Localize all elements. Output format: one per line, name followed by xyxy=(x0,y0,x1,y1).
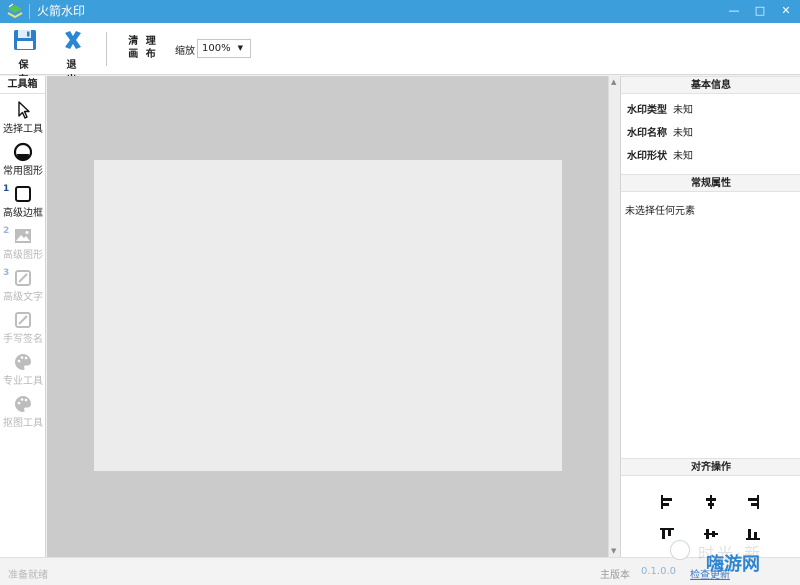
edit-icon xyxy=(15,312,31,328)
window-title: 火箭水印 xyxy=(37,4,86,18)
property-key: 水印名称 xyxy=(627,128,667,139)
tool-label: 专业工具 xyxy=(3,376,43,387)
workspace xyxy=(47,76,608,557)
basic-info-header: 基本信息 xyxy=(621,76,800,94)
tool-cutout[interactable]: 抠图工具 xyxy=(0,394,46,434)
property-row: 水印形状 未知 xyxy=(627,147,693,162)
status-text: 准备就绪 xyxy=(8,570,48,581)
scroll-up-icon[interactable]: ▲ xyxy=(611,78,616,86)
site-badge-icon xyxy=(670,540,690,560)
step-number: 3 xyxy=(3,268,10,278)
align-left-icon[interactable] xyxy=(659,494,675,510)
property-key: 水印类型 xyxy=(627,105,667,116)
align-right-icon[interactable] xyxy=(745,494,761,510)
tool-signature[interactable]: 手写签名 xyxy=(0,310,46,350)
vertical-scrollbar[interactable]: ▲ ▼ xyxy=(608,76,620,557)
general-properties-header: 常规属性 xyxy=(621,174,800,192)
title-separator xyxy=(29,4,30,19)
tool-advanced-text[interactable]: 3 高级文字 xyxy=(0,268,46,308)
exit-x-icon xyxy=(65,31,81,49)
toolbox-panel: 工具箱 选择工具 常用图形 1 高级边框 2 高级图形 3 高级文字 手写签名 … xyxy=(0,76,46,557)
property-value: 未知 xyxy=(673,105,693,116)
tool-select[interactable]: 选择工具 xyxy=(0,100,46,140)
align-top-icon[interactable] xyxy=(659,526,675,542)
tool-label: 常用图形 xyxy=(3,166,43,177)
align-center-icon[interactable] xyxy=(703,494,719,510)
status-bar: 准备就绪 主版本 0.1.0.0 检查更新 xyxy=(0,557,800,585)
chevron-down-icon: ▼ xyxy=(237,44,243,52)
save-button[interactable]: 保 存 xyxy=(10,29,40,86)
step-number: 1 xyxy=(3,184,10,194)
close-button[interactable]: ✕ xyxy=(772,0,800,23)
watermark-canvas[interactable] xyxy=(94,160,562,471)
tool-common-shapes[interactable]: 常用图形 xyxy=(0,142,46,182)
maximize-button[interactable]: □ xyxy=(746,0,774,23)
tool-label: 高级文字 xyxy=(3,292,43,303)
clear-label-line1: 清 理 xyxy=(128,36,158,47)
square-frame-icon xyxy=(15,186,31,202)
floppy-disk-icon xyxy=(14,30,36,50)
pointer-icon xyxy=(18,101,30,119)
tool-label: 选择工具 xyxy=(3,124,43,135)
image-icon xyxy=(15,229,31,243)
property-row: 水印名称 未知 xyxy=(627,124,693,139)
property-row: 水印类型 未知 xyxy=(627,101,693,116)
circle-shape-icon xyxy=(13,142,33,162)
property-key: 水印形状 xyxy=(627,151,667,162)
edit-icon xyxy=(15,270,31,286)
site-logo: 嗨游网 xyxy=(706,554,760,575)
no-selection-text: 未选择任何元素 xyxy=(625,206,695,217)
palette-icon xyxy=(15,354,31,370)
properties-panel: 基本信息 水印类型 未知 水印名称 未知 水印形状 未知 常规属性 未选择任何元素 对… xyxy=(620,76,800,557)
step-number: 2 xyxy=(3,226,10,236)
tool-label: 手写签名 xyxy=(3,334,43,345)
property-value: 未知 xyxy=(673,128,693,139)
clear-label-line2: 画 布 xyxy=(128,49,158,60)
app-logo-icon xyxy=(7,3,23,19)
minimize-button[interactable]: — xyxy=(720,0,748,23)
palette-icon xyxy=(15,396,31,412)
toolbar: 保 存 退 出 清 理 画 布 缩放 100% ▼ xyxy=(0,23,800,86)
zoom-value: 100% xyxy=(202,43,231,54)
tool-label: 高级边框 xyxy=(3,208,43,219)
scroll-down-icon[interactable]: ▼ xyxy=(611,547,616,555)
zoom-label: 缩放 xyxy=(175,46,195,57)
title-bar: 火箭水印 — □ ✕ xyxy=(0,0,800,23)
toolbar-divider xyxy=(106,32,107,66)
tool-label: 高级图形 xyxy=(3,250,43,261)
tool-professional[interactable]: 专业工具 xyxy=(0,352,46,392)
property-value: 未知 xyxy=(673,151,693,162)
zoom-select[interactable]: 100% ▼ xyxy=(197,39,251,58)
version-label: 主版本 xyxy=(600,570,630,581)
toolbox-title: 工具箱 xyxy=(0,76,45,94)
tool-label: 抠图工具 xyxy=(3,418,43,429)
align-header: 对齐操作 xyxy=(621,458,800,476)
version-value: 0.1.0.0 xyxy=(641,566,676,577)
clear-canvas-button[interactable]: 清 理 画 布 xyxy=(128,35,158,77)
tool-advanced-image[interactable]: 2 高级图形 xyxy=(0,226,46,266)
exit-button[interactable]: 退 出 xyxy=(58,29,88,86)
tool-advanced-border[interactable]: 1 高级边框 xyxy=(0,184,46,224)
